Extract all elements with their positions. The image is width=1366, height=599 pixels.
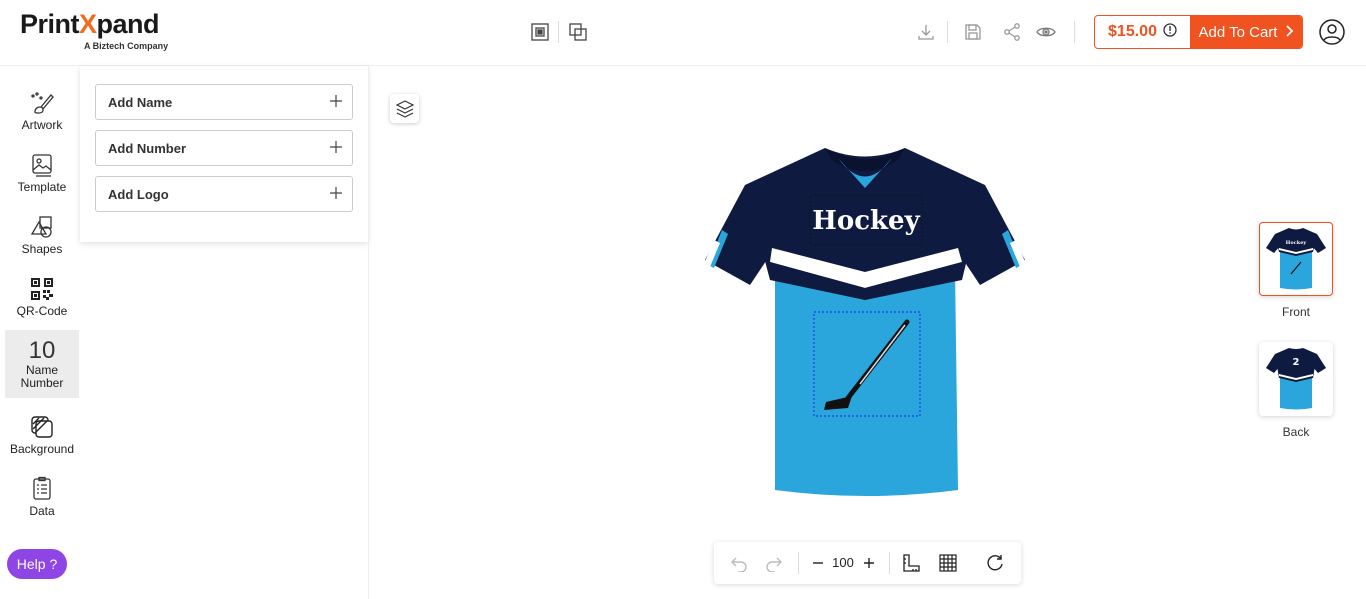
sidebar-item-background[interactable]: Background xyxy=(5,414,79,460)
brand-name: PrintXpand xyxy=(20,9,160,39)
template-icon xyxy=(32,154,52,177)
divider xyxy=(798,552,799,574)
shapes-icon xyxy=(30,216,52,238)
front-view-icon[interactable] xyxy=(528,20,552,44)
sidebar-item-label: Shapes xyxy=(21,242,63,256)
front-view-label: Front xyxy=(1281,305,1310,319)
sidebar-item-label: Background xyxy=(9,442,75,456)
sidebar-item-label: Name Number xyxy=(20,363,64,390)
name-number-panel: Add Name Add Number Add Logo xyxy=(80,66,368,242)
preview-icon[interactable] xyxy=(1034,20,1058,44)
divider xyxy=(558,21,559,43)
sidebar-item-template[interactable]: Template xyxy=(5,152,79,198)
divider xyxy=(1074,21,1075,43)
canvas-toolbar xyxy=(714,542,1021,584)
zoom-level: 100 xyxy=(832,555,854,570)
back-view-icon[interactable] xyxy=(566,20,590,44)
artwork-icon xyxy=(31,92,54,114)
undo-icon[interactable] xyxy=(728,552,750,574)
divider xyxy=(889,552,890,574)
data-icon xyxy=(33,476,51,500)
zoom-in-icon[interactable] xyxy=(858,552,880,574)
front-text[interactable]: Hockey xyxy=(812,206,920,236)
divider xyxy=(947,21,948,43)
chevron-right-icon xyxy=(1285,24,1294,41)
layers-icon xyxy=(395,99,414,118)
add-name-label: Add Name xyxy=(108,94,173,110)
layers-button[interactable] xyxy=(390,94,419,123)
name-number-icon: 10 xyxy=(28,337,56,364)
qr-code-icon xyxy=(31,278,53,300)
jersey-front-thumb: Hockey xyxy=(1266,228,1326,290)
add-number-row[interactable]: Add Number xyxy=(95,130,353,166)
redo-icon[interactable] xyxy=(763,552,785,574)
header: PrintXpand A Biztech Company $15.00 Add … xyxy=(0,0,1366,66)
sidebar-item-name-number[interactable]: 10 Name Number xyxy=(5,330,79,398)
user-icon[interactable] xyxy=(1319,19,1345,45)
back-number: 2 xyxy=(1293,357,1300,368)
add-to-cart-label: Add To Cart xyxy=(1198,23,1278,41)
add-name-row[interactable]: Add Name xyxy=(95,84,353,120)
sidebar-item-label: Artwork xyxy=(21,118,63,132)
ruler-icon[interactable] xyxy=(900,552,922,574)
price-cart-group: $15.00 Add To Cart xyxy=(1094,15,1303,49)
download-icon[interactable] xyxy=(914,20,938,44)
reset-icon[interactable] xyxy=(984,552,1006,574)
svg-text:Hockey: Hockey xyxy=(1286,240,1308,246)
jersey-back-thumb: 2 xyxy=(1266,348,1326,410)
sidebar-item-qr-code[interactable]: QR-Code xyxy=(5,276,79,322)
save-icon[interactable] xyxy=(961,20,985,44)
background-icon xyxy=(31,416,53,438)
price-display[interactable]: $15.00 xyxy=(1095,16,1190,48)
add-logo-label: Add Logo xyxy=(108,186,169,202)
left-sidebar: Artwork Template Shapes QR-Code 10 Name … xyxy=(0,66,80,599)
sidebar-item-data[interactable]: Data xyxy=(5,476,79,522)
info-icon[interactable] xyxy=(1163,22,1177,42)
panel-divider xyxy=(368,66,369,599)
jersey-front-image: Hockey xyxy=(704,148,1026,496)
sidebar-item-label: Template xyxy=(17,180,67,194)
add-number-label: Add Number xyxy=(108,140,186,156)
brand-tagline: A Biztech Company xyxy=(84,41,169,51)
share-icon[interactable] xyxy=(1000,20,1024,44)
zoom-out-icon[interactable] xyxy=(807,552,829,574)
brand-logo[interactable]: PrintXpand A Biztech Company xyxy=(20,8,168,51)
jersey-canvas[interactable]: Hockey xyxy=(700,140,1030,505)
help-button[interactable]: Help ? xyxy=(7,549,67,579)
plus-icon xyxy=(330,140,342,156)
price-value: $15.00 xyxy=(1108,23,1157,40)
sidebar-item-label: Data xyxy=(29,504,55,518)
grid-icon[interactable] xyxy=(937,552,959,574)
plus-icon xyxy=(330,186,342,202)
sidebar-item-shapes[interactable]: Shapes xyxy=(5,214,79,260)
back-view-thumbnail[interactable]: 2 xyxy=(1259,342,1333,416)
front-view-thumbnail[interactable]: Hockey xyxy=(1259,222,1333,296)
sidebar-item-label: QR-Code xyxy=(16,304,68,318)
add-to-cart-button[interactable]: Add To Cart xyxy=(1190,16,1302,48)
add-logo-row[interactable]: Add Logo xyxy=(95,176,353,212)
back-view-label: Back xyxy=(1282,425,1310,439)
sidebar-item-artwork[interactable]: Artwork xyxy=(5,90,79,136)
plus-icon xyxy=(330,94,342,110)
